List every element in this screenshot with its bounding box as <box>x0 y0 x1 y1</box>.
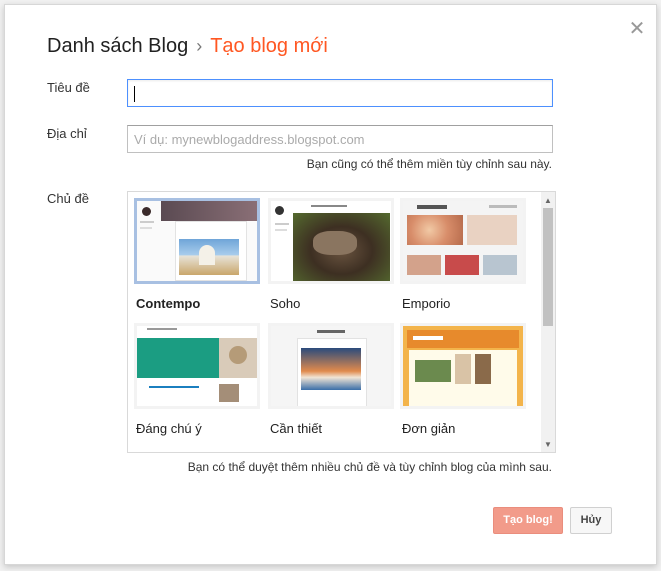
close-icon[interactable]: ✕ <box>627 19 647 39</box>
theme-thumbnail-contempo <box>134 198 260 284</box>
title-label: Tiêu đề <box>47 80 90 95</box>
theme-contempo[interactable]: Contempo <box>134 198 260 311</box>
theme-thumbnail-simple <box>400 323 526 409</box>
text-caret <box>134 86 135 102</box>
theme-thumbnail-essential <box>268 323 394 409</box>
theme-scrollbar[interactable]: ▲ ▼ <box>541 192 555 452</box>
breadcrumb-separator-icon: › <box>196 36 203 56</box>
theme-thumbnail-soho <box>268 198 394 284</box>
cancel-button[interactable]: Hủy <box>570 507 612 534</box>
address-placeholder: Ví dụ: mynewblogaddress.blogspot.com <box>134 132 365 147</box>
scrollbar-thumb[interactable] <box>543 208 553 326</box>
theme-emporio[interactable]: Emporio <box>400 198 526 311</box>
address-hint: Bạn cũng có thể thêm miền tùy chỉnh sau … <box>306 157 552 171</box>
theme-name: Emporio <box>402 296 451 311</box>
theme-thumbnail-emporio <box>400 198 526 284</box>
theme-essential[interactable]: Cần thiết <box>268 323 394 436</box>
scroll-up-arrow-icon[interactable]: ▲ <box>541 194 555 208</box>
theme-hint: Bạn có thể duyệt thêm nhiều chủ đề và tù… <box>187 460 552 474</box>
create-blog-button[interactable]: Tạo blog! <box>493 507 563 534</box>
theme-picker: Contempo Soho Emporio Đáng chú ý Cần thi… <box>127 191 556 453</box>
breadcrumb-parent[interactable]: Danh sách Blog <box>47 35 188 57</box>
theme-name: Cần thiết <box>270 421 323 436</box>
address-input[interactable]: Ví dụ: mynewblogaddress.blogspot.com <box>127 125 553 153</box>
theme-name: Đơn giản <box>402 421 456 436</box>
theme-label: Chủ đề <box>47 191 89 206</box>
title-input[interactable] <box>127 79 553 107</box>
breadcrumb: Danh sách Blog › Tạo blog mới <box>47 35 328 58</box>
breadcrumb-current: Tạo blog mới <box>210 35 328 57</box>
address-label: Địa chỉ <box>47 126 87 141</box>
create-blog-dialog: ✕ Danh sách Blog › Tạo blog mới Tiêu đề Đị… <box>4 4 657 565</box>
theme-name: Đáng chú ý <box>136 421 202 436</box>
theme-name: Soho <box>270 296 301 311</box>
theme-soho[interactable]: Soho <box>268 198 394 311</box>
theme-thumbnail-notable <box>134 323 260 409</box>
theme-name: Contempo <box>136 296 201 311</box>
theme-simple[interactable]: Đơn giản <box>400 323 526 436</box>
theme-notable[interactable]: Đáng chú ý <box>134 323 260 436</box>
scroll-down-arrow-icon[interactable]: ▼ <box>541 438 555 452</box>
